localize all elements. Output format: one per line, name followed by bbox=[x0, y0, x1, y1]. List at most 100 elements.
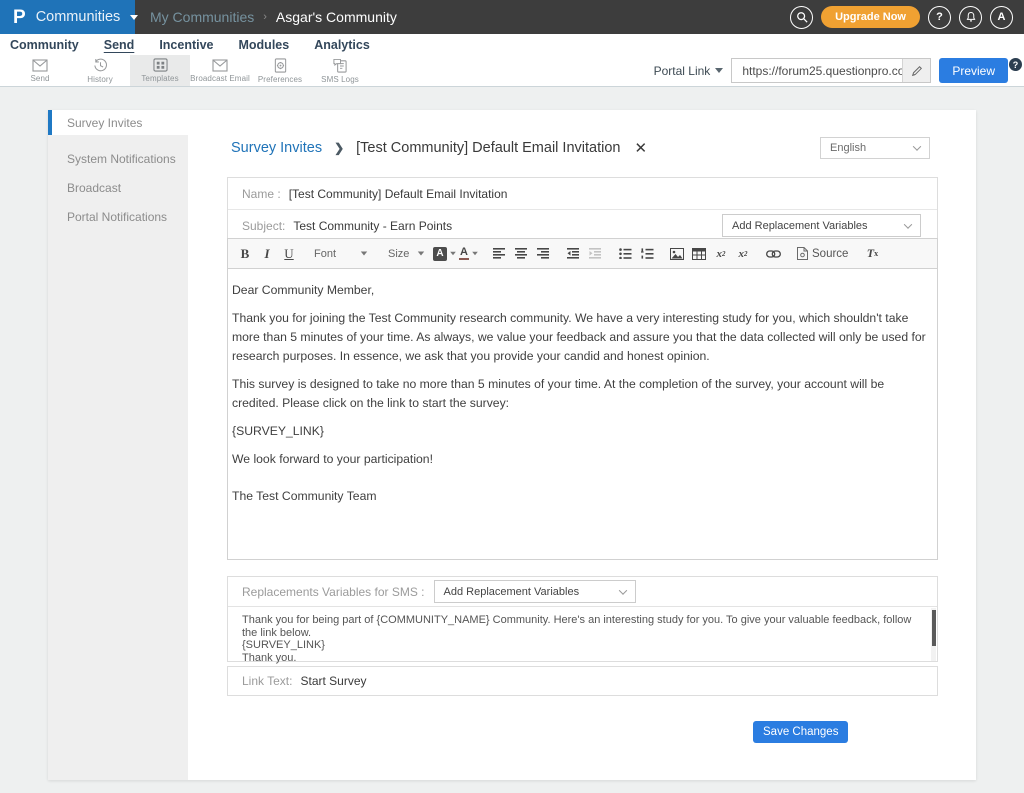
email-editor: B I U Font Size A A bbox=[227, 238, 938, 560]
italic-button[interactable]: I bbox=[257, 243, 277, 264]
bullet-list-icon bbox=[619, 248, 632, 259]
insert-image-button[interactable] bbox=[667, 243, 687, 264]
template-meta-box: Name : [Test Community] Default Email In… bbox=[227, 177, 938, 242]
tool-broadcast-email[interactable]: Broadcast Email bbox=[190, 55, 250, 86]
nav-incentive[interactable]: Incentive bbox=[159, 38, 213, 52]
chevron-down-icon bbox=[130, 15, 138, 20]
sms-scrollbar-thumb[interactable] bbox=[932, 610, 936, 646]
text-color-button[interactable]: A bbox=[459, 243, 479, 264]
sms-replacement-variables-select[interactable]: Add Replacement Variables bbox=[434, 580, 636, 603]
sidebar-item-system-notifications[interactable]: System Notifications bbox=[48, 144, 188, 173]
insert-table-button[interactable] bbox=[689, 243, 709, 264]
sidebar-item-survey-invites[interactable]: Survey Invites bbox=[48, 110, 188, 135]
subject-row: Subject: Test Community - Earn Points Ad… bbox=[228, 209, 937, 241]
email-paragraph: Thank you for joining the Test Community… bbox=[232, 309, 933, 366]
save-changes-button[interactable]: Save Changes bbox=[753, 721, 848, 743]
tool-sms-logs[interactable]: SMS Logs bbox=[310, 55, 370, 86]
bold-button[interactable]: B bbox=[235, 243, 255, 264]
sidebar: System Notifications Broadcast Portal No… bbox=[48, 135, 188, 780]
indent-icon bbox=[589, 248, 602, 259]
align-center-icon bbox=[515, 248, 528, 259]
chevron-down-icon bbox=[361, 252, 367, 256]
help-button[interactable]: ? bbox=[928, 6, 951, 29]
sms-section: Replacements Variables for SMS : Add Rep… bbox=[227, 576, 938, 662]
align-left-button[interactable] bbox=[489, 243, 509, 264]
avatar[interactable]: A bbox=[990, 6, 1013, 29]
size-select[interactable]: Size bbox=[383, 243, 423, 264]
chevron-down-icon bbox=[618, 586, 626, 594]
tool-templates[interactable]: Templates bbox=[130, 55, 190, 86]
align-right-button[interactable] bbox=[533, 243, 553, 264]
tool-label: Broadcast Email bbox=[190, 74, 250, 83]
notifications-button[interactable] bbox=[959, 6, 982, 29]
portal-url-input[interactable]: https://forum25.questionpro.com bbox=[732, 59, 902, 82]
top-navbar: P Communities My Communities › Asgar's C… bbox=[0, 0, 1024, 34]
email-paragraph: {SURVEY_LINK} bbox=[232, 422, 933, 441]
font-label: Font bbox=[314, 248, 336, 260]
help-icon[interactable]: ? bbox=[1009, 58, 1022, 71]
topbar-actions: Upgrade Now ? A bbox=[790, 6, 1024, 29]
email-paragraph: Dear Community Member, bbox=[232, 281, 933, 300]
align-center-button[interactable] bbox=[511, 243, 531, 264]
breadcrumb-my-communities[interactable]: My Communities bbox=[150, 9, 254, 25]
top-breadcrumb: My Communities › Asgar's Community bbox=[150, 9, 397, 25]
chevron-down-icon bbox=[450, 252, 456, 256]
numbered-list-button[interactable] bbox=[637, 243, 657, 264]
breadcrumb-survey-invites[interactable]: Survey Invites bbox=[231, 140, 322, 156]
link-text-label: Link Text: bbox=[242, 674, 292, 688]
align-right-icon bbox=[537, 248, 550, 259]
source-button[interactable]: Source bbox=[793, 247, 852, 260]
sidebar-item-portal-notifications[interactable]: Portal Notifications bbox=[48, 202, 188, 231]
template-title: [Test Community] Default Email Invitatio… bbox=[356, 140, 620, 156]
close-icon[interactable]: ✕ bbox=[634, 139, 647, 157]
superscript-button[interactable]: x2 bbox=[733, 243, 753, 264]
subscript-button[interactable]: x2 bbox=[711, 243, 731, 264]
nav-analytics[interactable]: Analytics bbox=[314, 38, 370, 52]
nav-community[interactable]: Community bbox=[10, 38, 79, 52]
nav-modules[interactable]: Modules bbox=[239, 38, 290, 52]
subject-input[interactable]: Test Community - Earn Points bbox=[293, 219, 452, 233]
tool-history[interactable]: History bbox=[70, 55, 130, 86]
align-left-icon bbox=[493, 248, 506, 259]
increase-indent-button[interactable] bbox=[585, 243, 605, 264]
link-text-input[interactable]: Start Survey bbox=[300, 674, 366, 688]
source-document-icon bbox=[797, 247, 808, 260]
sms-line: {SURVEY_LINK} bbox=[242, 639, 923, 652]
editor-toolbar: B I U Font Size A A bbox=[228, 239, 937, 269]
tool-send[interactable]: Send bbox=[10, 55, 70, 86]
insert-link-button[interactable] bbox=[763, 243, 783, 264]
table-icon bbox=[692, 248, 706, 260]
send-toolbar: Send History Templates Broadcast Email P… bbox=[0, 55, 1024, 87]
sms-textarea[interactable]: Thank you for being part of {COMMUNITY_N… bbox=[228, 606, 937, 661]
sms-scrollbar[interactable] bbox=[931, 608, 936, 661]
chevron-down-icon bbox=[904, 220, 912, 228]
preview-button[interactable]: Preview bbox=[939, 58, 1008, 83]
search-button[interactable] bbox=[790, 6, 813, 29]
sidebar-item-broadcast[interactable]: Broadcast bbox=[48, 173, 188, 202]
tool-preferences[interactable]: Preferences bbox=[250, 55, 310, 86]
chevron-down-icon bbox=[472, 252, 478, 256]
font-select[interactable]: Font bbox=[309, 243, 373, 264]
background-color-icon: A bbox=[433, 247, 447, 261]
underline-button[interactable]: U bbox=[279, 243, 299, 264]
background-color-button[interactable]: A bbox=[433, 243, 457, 264]
bullet-list-button[interactable] bbox=[615, 243, 635, 264]
email-body-editor[interactable]: Dear Community Member, Thank you for joi… bbox=[228, 269, 937, 560]
communities-menu[interactable]: P Communities bbox=[0, 0, 135, 34]
portal-link-dropdown[interactable]: Portal Link bbox=[654, 64, 724, 78]
decrease-indent-button[interactable] bbox=[563, 243, 583, 264]
email-paragraph: This survey is designed to take no more … bbox=[232, 375, 933, 413]
edit-url-button[interactable] bbox=[902, 59, 930, 82]
upgrade-now-button[interactable]: Upgrade Now bbox=[821, 6, 920, 28]
replacement-variables-value: Add Replacement Variables bbox=[732, 220, 868, 232]
image-icon bbox=[670, 248, 684, 260]
name-input[interactable]: [Test Community] Default Email Invitatio… bbox=[289, 187, 508, 201]
chevron-down-icon bbox=[913, 142, 921, 150]
nav-send[interactable]: Send bbox=[104, 38, 135, 52]
subject-label: Subject: bbox=[242, 219, 285, 233]
text-color-icon: A bbox=[459, 247, 469, 261]
language-select[interactable]: English bbox=[820, 137, 930, 159]
template-breadcrumb: Survey Invites ❯ [Test Community] Defaul… bbox=[231, 139, 647, 157]
subject-replacement-variables-select[interactable]: Add Replacement Variables bbox=[722, 214, 921, 237]
remove-format-button[interactable]: Tx bbox=[862, 243, 882, 264]
